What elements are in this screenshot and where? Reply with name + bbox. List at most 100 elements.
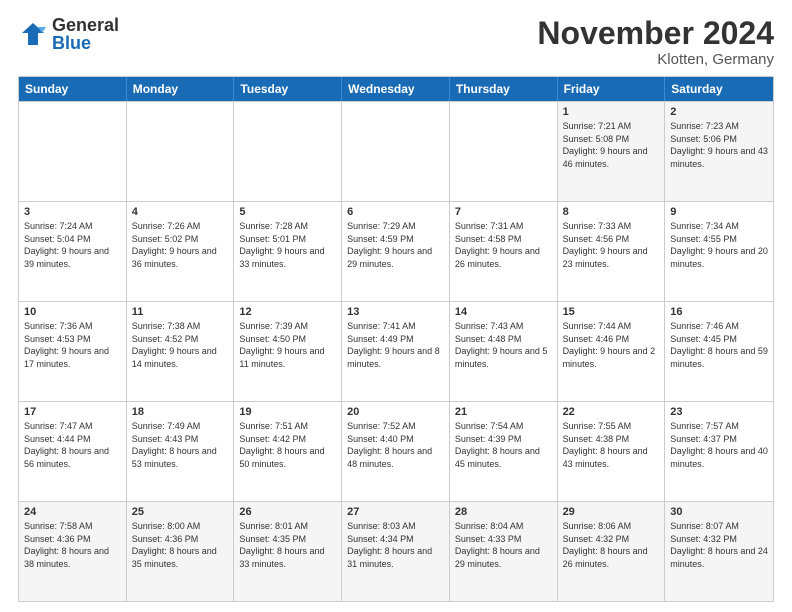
cal-cell-r1-c4: 7 Sunrise: 7:31 AM Sunset: 4:58 PM Daylig… bbox=[450, 202, 558, 301]
day-info: Sunrise: 8:07 AM Sunset: 4:32 PM Dayligh… bbox=[670, 520, 768, 570]
cal-cell-r3-c1: 18Sunrise: 7:49 AM Sunset: 4:43 PM Dayli… bbox=[127, 402, 235, 501]
cal-cell-r0-c4 bbox=[450, 102, 558, 201]
day-info: Sunrise: 7:55 AM Sunset: 4:38 PM Dayligh… bbox=[563, 420, 660, 470]
day-info: Sunrise: 7:51 AM Sunset: 4:42 PM Dayligh… bbox=[239, 420, 336, 470]
title-block: November 2024 Klotten, Germany bbox=[537, 16, 774, 68]
cal-cell-r3-c0: 17 Sunrise: 7:47 AM Sunset: 4:44 PM Dayli… bbox=[19, 402, 127, 501]
cal-cell-r2-c2: 12 Sunrise: 7:39 AM Sunset: 4:50 PM Dayli… bbox=[234, 302, 342, 401]
day-number: 13 bbox=[347, 306, 444, 318]
day-number: 26 bbox=[239, 506, 336, 518]
day-info: Sunrise: 7:46 AM Sunset: 4:45 PM Dayligh… bbox=[670, 320, 768, 370]
cal-cell-r1-c6: 9 Sunrise: 7:34 AM Sunset: 4:55 PM Daylig… bbox=[665, 202, 773, 301]
location: Klotten, Germany bbox=[537, 51, 774, 68]
day-number: 23 bbox=[670, 406, 768, 418]
cal-cell-r1-c5: 8 Sunrise: 7:33 AM Sunset: 4:56 PM Daylig… bbox=[558, 202, 666, 301]
cal-cell-r2-c1: 11Sunrise: 7:38 AM Sunset: 4:52 PM Dayli… bbox=[127, 302, 235, 401]
month-title: November 2024 bbox=[537, 16, 774, 51]
calendar: Sunday Monday Tuesday Wednesday Thursday… bbox=[18, 76, 774, 602]
day-info: Sunrise: 7:44 AM Sunset: 4:46 PM Dayligh… bbox=[563, 320, 660, 370]
cal-cell-r3-c5: 22Sunrise: 7:55 AM Sunset: 4:38 PM Dayli… bbox=[558, 402, 666, 501]
day-info: Sunrise: 7:31 AM Sunset: 4:58 PM Dayligh… bbox=[455, 220, 552, 270]
cal-cell-r2-c4: 14 Sunrise: 7:43 AM Sunset: 4:48 PM Dayli… bbox=[450, 302, 558, 401]
cal-cell-r4-c3: 27 Sunrise: 8:03 AM Sunset: 4:34 PM Dayli… bbox=[342, 502, 450, 601]
day-number: 18 bbox=[132, 406, 229, 418]
day-info: Sunrise: 8:04 AM Sunset: 4:33 PM Dayligh… bbox=[455, 520, 552, 570]
cal-cell-r1-c2: 5Sunrise: 7:28 AM Sunset: 5:01 PM Daylig… bbox=[234, 202, 342, 301]
day-number: 6 bbox=[347, 206, 444, 218]
header-tuesday: Tuesday bbox=[234, 77, 342, 101]
day-number: 20 bbox=[347, 406, 444, 418]
header-wednesday: Wednesday bbox=[342, 77, 450, 101]
cal-cell-r4-c5: 29 Sunrise: 8:06 AM Sunset: 4:32 PM Dayli… bbox=[558, 502, 666, 601]
day-number: 27 bbox=[347, 506, 444, 518]
cal-cell-r3-c6: 23 Sunrise: 7:57 AM Sunset: 4:37 PM Dayli… bbox=[665, 402, 773, 501]
logo-icon bbox=[18, 19, 48, 49]
cal-cell-r2-c3: 13Sunrise: 7:41 AM Sunset: 4:49 PM Dayli… bbox=[342, 302, 450, 401]
day-info: Sunrise: 8:06 AM Sunset: 4:32 PM Dayligh… bbox=[563, 520, 660, 570]
cal-cell-r0-c0 bbox=[19, 102, 127, 201]
cal-cell-r2-c5: 15 Sunrise: 7:44 AM Sunset: 4:46 PM Dayli… bbox=[558, 302, 666, 401]
day-number: 21 bbox=[455, 406, 552, 418]
day-number: 29 bbox=[563, 506, 660, 518]
day-info: Sunrise: 7:58 AM Sunset: 4:36 PM Dayligh… bbox=[24, 520, 121, 570]
header-saturday: Saturday bbox=[665, 77, 773, 101]
cal-cell-r1-c1: 4Sunrise: 7:26 AM Sunset: 5:02 PM Daylig… bbox=[127, 202, 235, 301]
cal-cell-r4-c2: 26 Sunrise: 8:01 AM Sunset: 4:35 PM Dayli… bbox=[234, 502, 342, 601]
day-info: Sunrise: 8:03 AM Sunset: 4:34 PM Dayligh… bbox=[347, 520, 444, 570]
day-number: 30 bbox=[670, 506, 768, 518]
day-number: 17 bbox=[24, 406, 121, 418]
day-info: Sunrise: 7:39 AM Sunset: 4:50 PM Dayligh… bbox=[239, 320, 336, 370]
day-number: 14 bbox=[455, 306, 552, 318]
header-friday: Friday bbox=[558, 77, 666, 101]
day-number: 12 bbox=[239, 306, 336, 318]
cal-cell-r3-c4: 21 Sunrise: 7:54 AM Sunset: 4:39 PM Dayli… bbox=[450, 402, 558, 501]
cal-cell-r4-c6: 30 Sunrise: 8:07 AM Sunset: 4:32 PM Dayli… bbox=[665, 502, 773, 601]
day-info: Sunrise: 7:47 AM Sunset: 4:44 PM Dayligh… bbox=[24, 420, 121, 470]
day-number: 15 bbox=[563, 306, 660, 318]
day-number: 25 bbox=[132, 506, 229, 518]
day-number: 1 bbox=[563, 106, 660, 118]
day-number: 8 bbox=[563, 206, 660, 218]
cal-cell-r0-c3 bbox=[342, 102, 450, 201]
day-info: Sunrise: 7:33 AM Sunset: 4:56 PM Dayligh… bbox=[563, 220, 660, 270]
day-info: Sunrise: 7:28 AM Sunset: 5:01 PM Dayligh… bbox=[239, 220, 336, 270]
cal-row-3: 17 Sunrise: 7:47 AM Sunset: 4:44 PM Dayli… bbox=[19, 401, 773, 501]
day-number: 9 bbox=[670, 206, 768, 218]
cal-cell-r4-c1: 25 Sunrise: 8:00 AM Sunset: 4:36 PM Dayli… bbox=[127, 502, 235, 601]
day-info: Sunrise: 8:01 AM Sunset: 4:35 PM Dayligh… bbox=[239, 520, 336, 570]
day-number: 19 bbox=[239, 406, 336, 418]
day-info: Sunrise: 7:57 AM Sunset: 4:37 PM Dayligh… bbox=[670, 420, 768, 470]
cal-row-1: 3 Sunrise: 7:24 AM Sunset: 5:04 PM Daylig… bbox=[19, 201, 773, 301]
cal-cell-r3-c2: 19 Sunrise: 7:51 AM Sunset: 4:42 PM Dayli… bbox=[234, 402, 342, 501]
cal-cell-r2-c6: 16Sunrise: 7:46 AM Sunset: 4:45 PM Dayli… bbox=[665, 302, 773, 401]
header: General Blue November 2024 Klotten, Germ… bbox=[18, 16, 774, 68]
day-info: Sunrise: 7:29 AM Sunset: 4:59 PM Dayligh… bbox=[347, 220, 444, 270]
cal-cell-r0-c2 bbox=[234, 102, 342, 201]
day-number: 24 bbox=[24, 506, 121, 518]
calendar-header: Sunday Monday Tuesday Wednesday Thursday… bbox=[19, 77, 773, 101]
day-info: Sunrise: 7:52 AM Sunset: 4:40 PM Dayligh… bbox=[347, 420, 444, 470]
day-info: Sunrise: 7:23 AM Sunset: 5:06 PM Dayligh… bbox=[670, 120, 768, 170]
day-number: 7 bbox=[455, 206, 552, 218]
day-info: Sunrise: 7:34 AM Sunset: 4:55 PM Dayligh… bbox=[670, 220, 768, 270]
cal-cell-r0-c1 bbox=[127, 102, 235, 201]
day-info: Sunrise: 7:54 AM Sunset: 4:39 PM Dayligh… bbox=[455, 420, 552, 470]
cal-cell-r1-c0: 3 Sunrise: 7:24 AM Sunset: 5:04 PM Daylig… bbox=[19, 202, 127, 301]
day-number: 28 bbox=[455, 506, 552, 518]
logo: General Blue bbox=[18, 16, 119, 52]
day-info: Sunrise: 7:21 AM Sunset: 5:08 PM Dayligh… bbox=[563, 120, 660, 170]
cal-cell-r1-c3: 6 Sunrise: 7:29 AM Sunset: 4:59 PM Daylig… bbox=[342, 202, 450, 301]
day-info: Sunrise: 7:43 AM Sunset: 4:48 PM Dayligh… bbox=[455, 320, 552, 370]
cal-cell-r0-c6: 2Sunrise: 7:23 AM Sunset: 5:06 PM Daylig… bbox=[665, 102, 773, 201]
cal-cell-r4-c0: 24 Sunrise: 7:58 AM Sunset: 4:36 PM Dayli… bbox=[19, 502, 127, 601]
day-number: 10 bbox=[24, 306, 121, 318]
day-info: Sunrise: 7:24 AM Sunset: 5:04 PM Dayligh… bbox=[24, 220, 121, 270]
day-info: Sunrise: 7:26 AM Sunset: 5:02 PM Dayligh… bbox=[132, 220, 229, 270]
cal-row-4: 24 Sunrise: 7:58 AM Sunset: 4:36 PM Dayli… bbox=[19, 501, 773, 601]
day-number: 11 bbox=[132, 306, 229, 318]
day-info: Sunrise: 8:00 AM Sunset: 4:36 PM Dayligh… bbox=[132, 520, 229, 570]
day-info: Sunrise: 7:36 AM Sunset: 4:53 PM Dayligh… bbox=[24, 320, 121, 370]
cal-cell-r4-c4: 28 Sunrise: 8:04 AM Sunset: 4:33 PM Dayli… bbox=[450, 502, 558, 601]
day-number: 3 bbox=[24, 206, 121, 218]
logo-general-text: General bbox=[52, 16, 119, 34]
